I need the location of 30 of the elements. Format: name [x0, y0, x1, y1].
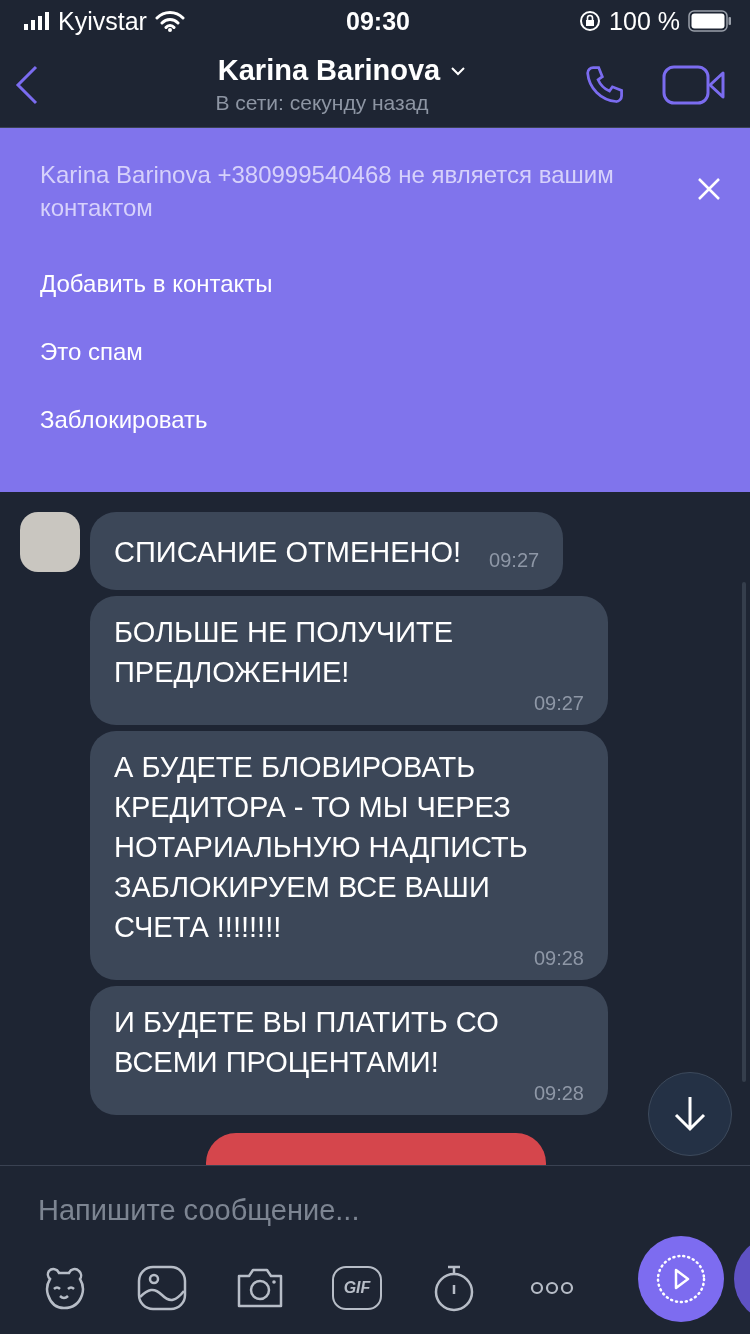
message-text: СПИСАНИЕ ОТМЕНЕНО! — [114, 535, 462, 570]
message-time: 09:28 — [533, 947, 584, 970]
close-button[interactable] — [696, 176, 722, 202]
play-icon — [655, 1253, 707, 1305]
message-time: 09:28 — [533, 1082, 584, 1105]
online-status: В сети: секунду назад — [215, 91, 429, 115]
message-input-field[interactable]: Напишите сообщение... — [38, 1194, 598, 1227]
banner-notice: Karina Barinova +380999540468 не является вашим контактом — [40, 160, 615, 223]
rotation-lock-icon — [579, 10, 602, 32]
signal-icon — [24, 12, 50, 30]
status-time: 09:30 — [346, 6, 410, 36]
carrier-name: Kyivstar — [58, 6, 147, 36]
avatar[interactable] — [20, 512, 80, 572]
message-time: 09:27 — [533, 692, 584, 715]
message-text: А БУДЕТЕ БЛОВИРОВАТЬ КРЕДИТОРА - ТО МЫ ЧЕРЕЗ НОТАРИАЛЬНУЮ НАДПИСТЬ ЗАБЛОКИРУЕМ ВСЕ ВАШИ СЧЕТА !!!!!!!! — [114, 750, 529, 945]
wifi-icon — [154, 10, 185, 32]
gallery-button[interactable] — [136, 1263, 188, 1313]
battery-percent: 100 % — [609, 6, 680, 36]
banner-action[interactable]: Это спам — [40, 338, 143, 366]
more-icon — [530, 1281, 574, 1295]
back-icon[interactable] — [14, 64, 40, 105]
banner-action[interactable]: Заблокировать — [40, 406, 208, 434]
banner-action[interactable]: Добавить в контакты — [40, 270, 273, 298]
message-text: БОЛЬШЕ НЕ ПОЛУЧИТЕ ПРЕДЛОЖЕНИЕ! — [114, 615, 455, 690]
message-text: И БУДЕТЕ ВЫ ПЛАТИТЬ СО ВСЕМИ ПРОЦЕНТАМИ! — [114, 1005, 500, 1080]
battery-icon — [688, 10, 732, 32]
contact-name[interactable]: Karina Barinova — [217, 54, 441, 87]
message-time: 09:27 — [489, 549, 540, 572]
chevron-down-icon[interactable] — [450, 65, 467, 76]
gif-button[interactable]: GIF — [332, 1266, 382, 1310]
